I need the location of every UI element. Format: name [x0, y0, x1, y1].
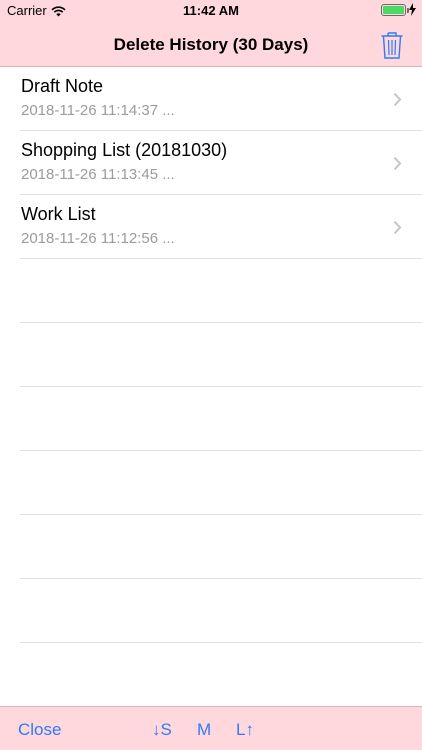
empty-row — [20, 387, 422, 451]
item-title: Shopping List (20181030) — [21, 140, 228, 160]
empty-row — [20, 451, 422, 515]
chevron-right-icon — [393, 156, 402, 176]
status-bar: Carrier 11:42 AM — [0, 0, 422, 22]
empty-row — [20, 323, 422, 387]
charging-bolt-icon — [409, 3, 416, 21]
trash-icon — [378, 32, 406, 64]
bottom-toolbar: Close ↓S M L↑ — [0, 706, 422, 750]
item-title: Draft Note — [21, 76, 104, 96]
page-title: Delete History (30 Days) — [113, 35, 309, 54]
empty-row — [20, 579, 422, 643]
history-list: Draft Note 2018-11-26 11:14:37 ... Shopp… — [0, 67, 422, 643]
battery-icon — [381, 4, 409, 16]
empty-row — [20, 515, 422, 579]
item-date: 2018-11-26 11:14:37 ... — [21, 102, 175, 119]
empty-row — [20, 259, 422, 323]
close-button[interactable]: Close — [18, 720, 61, 740]
font-size-medium-button[interactable]: M — [197, 720, 211, 740]
item-date: 2018-11-26 11:13:45 ... — [21, 166, 175, 183]
item-date: 2018-11-26 11:12:56 ... — [21, 230, 175, 247]
list-item[interactable]: Work List 2018-11-26 11:12:56 ... — [20, 195, 422, 259]
font-size-small-button[interactable]: ↓S — [152, 720, 172, 740]
delete-all-button[interactable] — [378, 30, 406, 60]
battery-level — [383, 6, 404, 14]
chevron-right-icon — [393, 92, 402, 112]
list-item[interactable]: Draft Note 2018-11-26 11:14:37 ... — [20, 67, 422, 131]
chevron-right-icon — [393, 220, 402, 240]
item-title: Work List — [21, 204, 96, 224]
navigation-bar: Delete History (30 Days) — [0, 22, 422, 67]
font-size-large-button[interactable]: L↑ — [236, 720, 254, 740]
status-time: 11:42 AM — [183, 3, 239, 18]
list-item[interactable]: Shopping List (20181030) 2018-11-26 11:1… — [20, 131, 422, 195]
